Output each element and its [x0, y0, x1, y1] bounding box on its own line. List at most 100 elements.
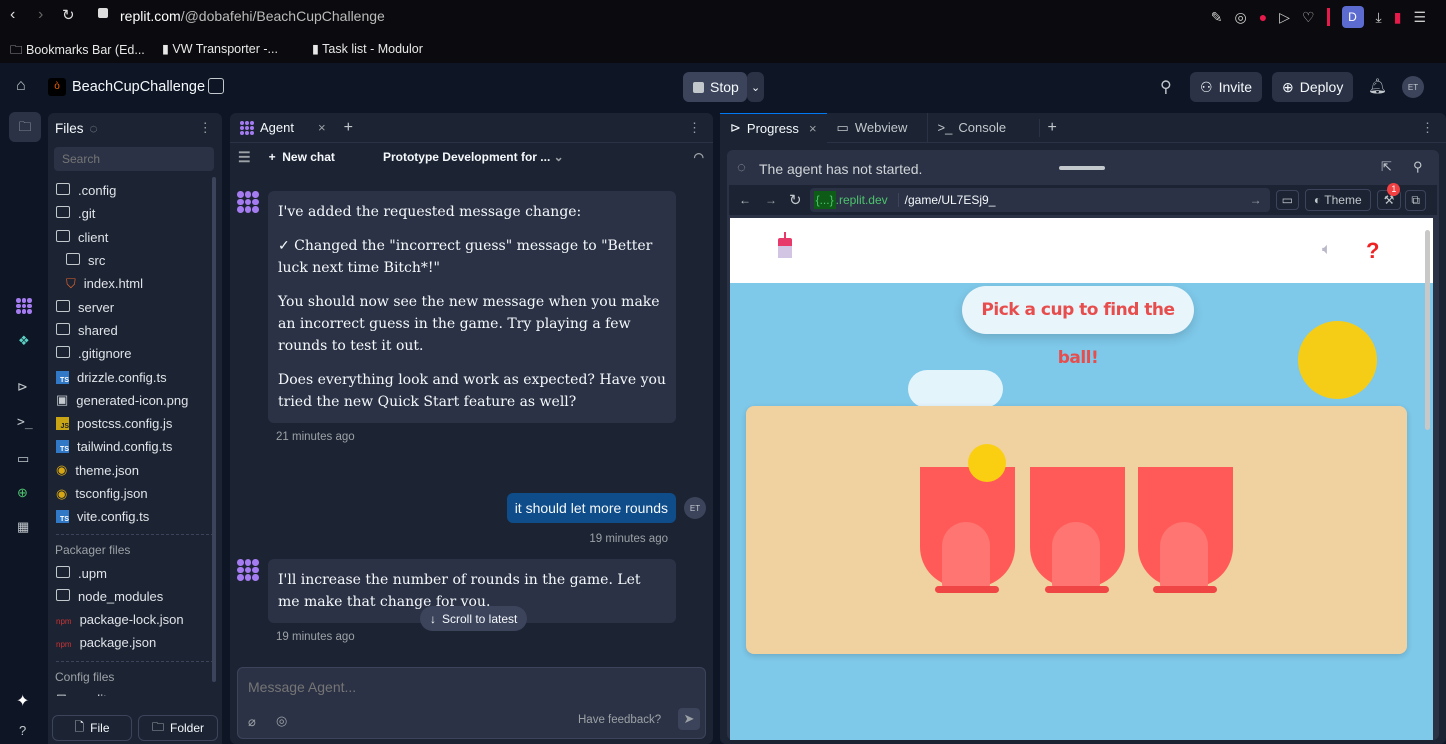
help-button[interactable]: ?	[1366, 238, 1379, 264]
back-icon[interactable]: ←	[739, 193, 751, 207]
go-icon[interactable]: →	[1250, 193, 1262, 207]
theme-button[interactable]: ◐ Theme	[1305, 189, 1371, 211]
camera-icon[interactable]: ◎	[1234, 9, 1246, 26]
file-item[interactable]: ▣generated-icon.png	[48, 389, 222, 412]
deploy-icon[interactable]: ⊕	[17, 485, 28, 501]
edit-icon[interactable]: ✎	[1211, 9, 1223, 26]
file-item[interactable]: .git	[48, 202, 222, 225]
file-item[interactable]: JSpostcss.config.js	[48, 412, 222, 435]
panel-menu-icon[interactable]: ⋮	[688, 120, 701, 136]
feedback-link[interactable]: Have feedback?	[578, 714, 661, 726]
file-item[interactable]: .config	[48, 179, 222, 202]
cup-1[interactable]	[920, 467, 1015, 587]
file-item[interactable]: npmpackage.json	[48, 631, 222, 654]
drag-handle[interactable]	[1059, 166, 1105, 170]
webview-icon[interactable]: ▭	[17, 451, 29, 467]
tab-agent[interactable]: Agent×	[230, 113, 336, 143]
chat-title-dropdown[interactable]: Prototype Development for ... ⌄	[383, 150, 564, 164]
add-tab-icon[interactable]: +	[1039, 119, 1057, 137]
apps-grid-icon[interactable]: ▦	[17, 519, 29, 535]
file-item[interactable]: ⊞.replit	[48, 688, 222, 696]
files-scrollbar[interactable]	[212, 177, 216, 682]
menu-icon[interactable]: ☰	[1413, 9, 1426, 26]
file-item[interactable]: client	[48, 226, 222, 249]
new-chat-button[interactable]: + New chat	[269, 150, 335, 164]
bell-icon[interactable]: 🔔︎	[1368, 77, 1387, 95]
webview-address-bar[interactable]: {...}.replit.dev /game/UL7ESj9_ →	[810, 188, 1270, 212]
stop-button[interactable]: Stop	[683, 72, 747, 102]
open-new-tab-icon[interactable]: ⧉	[1405, 190, 1426, 211]
database-icon[interactable]	[208, 78, 224, 94]
agent-icon[interactable]	[16, 298, 32, 314]
cup-2[interactable]	[1030, 467, 1125, 587]
invite-button[interactable]: ⚇Invite	[1190, 72, 1262, 102]
tab-progress[interactable]: ⊳Progress×	[720, 113, 827, 143]
back-icon[interactable]: ‹	[10, 6, 15, 24]
download-icon[interactable]: ⤓	[1376, 9, 1382, 26]
send-icon[interactable]: ▷	[1279, 9, 1290, 26]
deploy-button[interactable]: ⊕Deploy	[1272, 72, 1353, 102]
devtools-button[interactable]: ⚒1	[1377, 190, 1402, 210]
close-icon[interactable]: ×	[318, 120, 326, 135]
file-item[interactable]: .gitignore	[48, 342, 222, 365]
file-item[interactable]: ◉tsconfig.json	[48, 482, 222, 505]
progress-icon[interactable]: ⊳	[17, 379, 28, 395]
panel-menu-icon[interactable]: ⋮	[1421, 120, 1434, 136]
scroll-to-latest-button[interactable]: ↓Scroll to latest	[420, 606, 527, 631]
webview-scrollbar[interactable]	[1425, 230, 1430, 430]
battery-icon[interactable]: ▮	[1394, 9, 1402, 26]
files-search-input[interactable]	[54, 147, 214, 171]
bookmark-folder[interactable]: 🗀 Bookmarks Bar (Ed...	[10, 41, 145, 62]
gauge-icon[interactable]: ◠	[694, 150, 704, 164]
user-avatar[interactable]: ET	[1402, 76, 1424, 98]
files-menu-icon[interactable]: ⋮	[199, 120, 213, 136]
cup-3[interactable]	[1138, 467, 1233, 587]
bookmark-item[interactable]: ▮ Task list - Modulor	[312, 41, 423, 56]
files-toggle-icon[interactable]: 🗀	[9, 112, 41, 142]
pin-icon[interactable]: ⚲	[1413, 159, 1423, 175]
file-item[interactable]: .upm	[48, 561, 222, 584]
sparkle-icon[interactable]: ✦	[16, 691, 29, 711]
file-item[interactable]: server	[48, 295, 222, 318]
search-icon[interactable]: ⚲	[1160, 77, 1172, 97]
project-name[interactable]: BeachCupChallenge	[72, 79, 205, 95]
url-bar[interactable]: replit.com/@dobafehi/BeachCupChallenge	[120, 8, 385, 24]
run-options-button[interactable]: ⌄	[747, 72, 764, 102]
reload-icon[interactable]: ↻	[62, 6, 75, 24]
device-icon[interactable]: ▭	[1276, 190, 1299, 210]
new-file-button[interactable]: 🗋File	[52, 715, 132, 741]
shield-icon[interactable]: ●	[1259, 9, 1267, 25]
sound-icon[interactable]: 🔈︎	[1322, 241, 1332, 259]
send-button[interactable]: ➤	[678, 708, 700, 730]
forward-icon[interactable]: ›	[38, 6, 43, 24]
close-icon[interactable]: ×	[809, 121, 817, 136]
assistant-icon[interactable]: ❖	[18, 333, 30, 349]
reload-icon[interactable]: ↻	[789, 191, 802, 209]
tab-console[interactable]: >_Console	[927, 113, 1027, 143]
chat-list-icon[interactable]: ☰	[238, 149, 251, 166]
target-icon[interactable]: ◎	[276, 713, 287, 729]
profile-button[interactable]: D	[1342, 6, 1364, 28]
file-item[interactable]: shared	[48, 319, 222, 342]
file-item[interactable]: TSdrizzle.config.ts	[48, 365, 222, 388]
file-item[interactable]: node_modules	[48, 585, 222, 608]
help-icon[interactable]: ?	[19, 723, 26, 738]
home-icon[interactable]: ⌂	[16, 77, 26, 95]
attach-icon[interactable]: ⌀	[248, 714, 256, 730]
message-input[interactable]	[248, 676, 688, 698]
expand-icon[interactable]: ⇱	[1381, 159, 1392, 175]
file-item[interactable]: TStailwind.config.ts	[48, 435, 222, 458]
add-tab-icon[interactable]: +	[344, 119, 353, 137]
bookmark-item[interactable]: ▮ VW Transporter -...	[162, 41, 278, 56]
tab-label: Console	[958, 120, 1006, 135]
heart-icon[interactable]: ♡	[1302, 9, 1315, 26]
file-item[interactable]: npmpackage-lock.json	[48, 608, 222, 631]
console-icon[interactable]: >_	[17, 415, 33, 430]
new-folder-button[interactable]: 🗀Folder	[138, 715, 218, 741]
file-item[interactable]: ⛉index.html	[48, 272, 222, 295]
file-item[interactable]: src	[48, 249, 222, 272]
forward-icon[interactable]: →	[765, 193, 777, 207]
tab-webview[interactable]: ▭Webview	[827, 113, 927, 143]
file-item[interactable]: ◉theme.json	[48, 459, 222, 482]
file-item[interactable]: TSvite.config.ts	[48, 505, 222, 528]
